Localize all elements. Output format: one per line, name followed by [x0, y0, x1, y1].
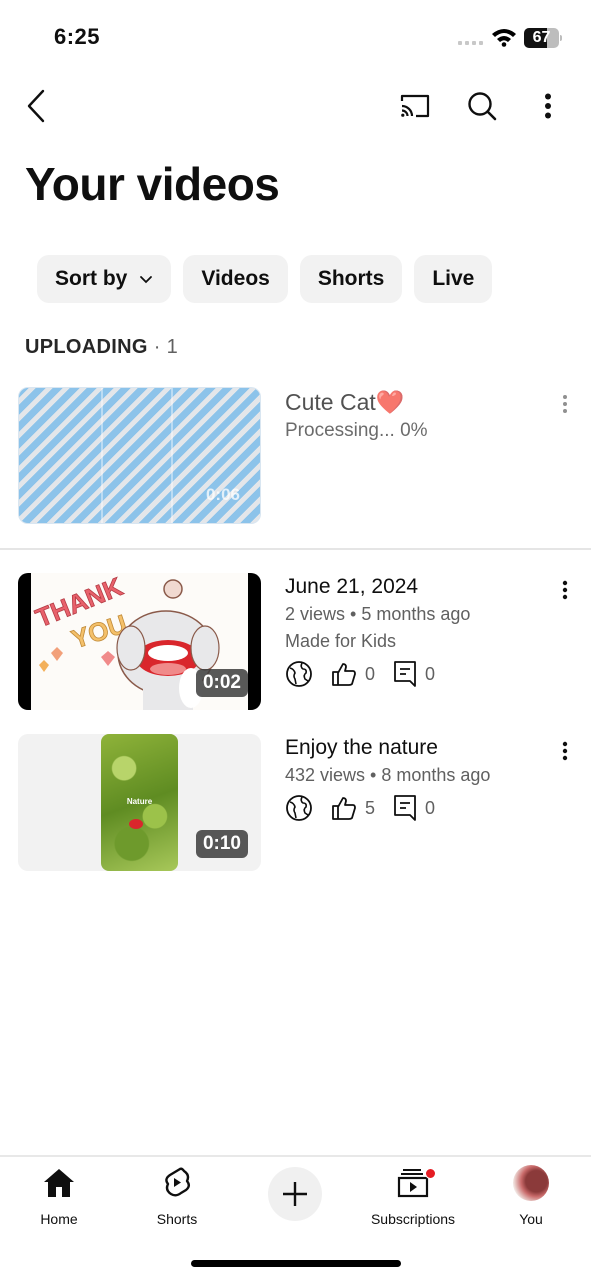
sort-by-label: Sort by	[55, 267, 128, 290]
more-vertical-icon	[562, 580, 568, 600]
video-stats: 5 0	[285, 793, 551, 823]
more-vertical-icon	[545, 93, 551, 119]
like-count: 0	[365, 663, 376, 684]
video-duration: 0:02	[195, 669, 248, 697]
more-vertical-icon	[562, 741, 568, 761]
home-indicator	[191, 1260, 401, 1267]
chevron-down-icon	[139, 275, 153, 284]
video-duration: 0:10	[195, 830, 248, 858]
uploading-label: UPLOADING	[25, 336, 148, 358]
uploading-count: 1	[166, 336, 179, 358]
chip-videos[interactable]: Videos	[183, 255, 288, 303]
cellular-signal-icon	[458, 41, 483, 45]
more-options-button[interactable]	[530, 86, 566, 126]
chip-shorts[interactable]: Shorts	[299, 255, 403, 303]
wifi-icon	[492, 29, 516, 47]
notification-dot	[425, 1168, 436, 1179]
cast-button[interactable]	[394, 86, 436, 126]
video-menu-button[interactable]	[551, 389, 579, 419]
like-icon	[331, 661, 357, 687]
nav-you-label: You	[519, 1211, 543, 1227]
battery-percent: 67	[532, 29, 551, 46]
uploading-info: Cute Cat❤️ Processing... 0%	[285, 387, 551, 444]
audience-label: Made for Kids	[285, 631, 397, 651]
uploading-video-item[interactable]: 0:06 Cute Cat❤️ Processing... 0%	[0, 387, 591, 524]
globe-icon	[285, 660, 313, 688]
video-stats: 0 0	[285, 659, 551, 689]
uploading-section-header: UPLOADING · 1	[25, 336, 178, 359]
create-button[interactable]	[268, 1167, 322, 1221]
video-title: Enjoy the nature	[285, 736, 438, 759]
comment-count: 0	[425, 663, 436, 684]
video-meta: 432 views • 8 months ago	[285, 765, 491, 785]
top-app-bar	[0, 78, 591, 134]
video-thumbnail[interactable]: THANK YOU 0:02	[18, 573, 261, 710]
page-title: Your videos	[25, 158, 280, 210]
comment-icon	[393, 794, 417, 822]
nav-home-label: Home	[40, 1211, 78, 1227]
search-button[interactable]	[462, 86, 502, 126]
subscriptions-icon	[397, 1165, 429, 1201]
plus-icon	[283, 1182, 307, 1206]
shorts-icon	[162, 1165, 192, 1201]
section-divider	[0, 548, 591, 550]
video-thumbnail[interactable]: Nature 0:10	[18, 734, 261, 871]
more-vertical-icon	[563, 395, 567, 413]
cast-icon	[400, 94, 430, 118]
video-duration: 0:06	[205, 485, 240, 504]
video-item[interactable]: Nature 0:10 Enjoy the nature 432 views •…	[0, 734, 591, 871]
home-icon	[43, 1165, 75, 1201]
sort-by-dropdown[interactable]: Sort by	[37, 255, 172, 303]
video-info: June 21, 2024 2 views • 5 months ago Mad…	[285, 573, 551, 689]
nav-subscriptions[interactable]: Subscriptions	[358, 1165, 468, 1227]
video-item[interactable]: THANK YOU 0:02 June 21, 2024 2 views • 5…	[0, 573, 591, 710]
like-icon	[331, 795, 357, 821]
video-title: June 21, 2024	[285, 575, 419, 598]
nav-shorts[interactable]: Shorts	[122, 1165, 232, 1227]
battery-indicator: 67	[524, 28, 562, 48]
chip-live[interactable]: Live	[414, 255, 493, 303]
uploading-thumbnail[interactable]: 0:06	[18, 387, 261, 524]
nav-shorts-label: Shorts	[156, 1211, 198, 1227]
comment-icon	[393, 660, 417, 688]
bottom-navigation: Home Shorts Subscriptions You	[0, 1155, 591, 1235]
status-time: 6:25	[54, 24, 101, 49]
video-menu-button[interactable]	[551, 736, 579, 766]
back-button[interactable]	[18, 84, 54, 128]
status-bar: 6:25 67	[0, 0, 591, 70]
search-icon	[468, 92, 497, 121]
nav-home[interactable]: Home	[4, 1165, 114, 1227]
video-info: Enjoy the nature 432 views • 8 months ag…	[285, 734, 551, 823]
video-meta: 2 views • 5 months ago	[285, 604, 471, 624]
video-menu-button[interactable]	[551, 575, 579, 605]
separator: ·	[153, 336, 161, 358]
filter-chips: Sort by Videos Shorts Live	[37, 255, 493, 303]
like-count: 5	[365, 797, 376, 818]
comment-count: 0	[425, 797, 436, 818]
nav-subscriptions-label: Subscriptions	[370, 1211, 456, 1227]
avatar	[513, 1165, 549, 1201]
chevron-left-icon	[27, 89, 45, 123]
globe-icon	[285, 794, 313, 822]
thumbnail-text: Nature	[126, 797, 153, 806]
nav-you[interactable]: You	[476, 1165, 586, 1227]
video-title: Cute Cat❤️	[285, 389, 405, 415]
processing-status: Processing... 0%	[285, 420, 428, 441]
